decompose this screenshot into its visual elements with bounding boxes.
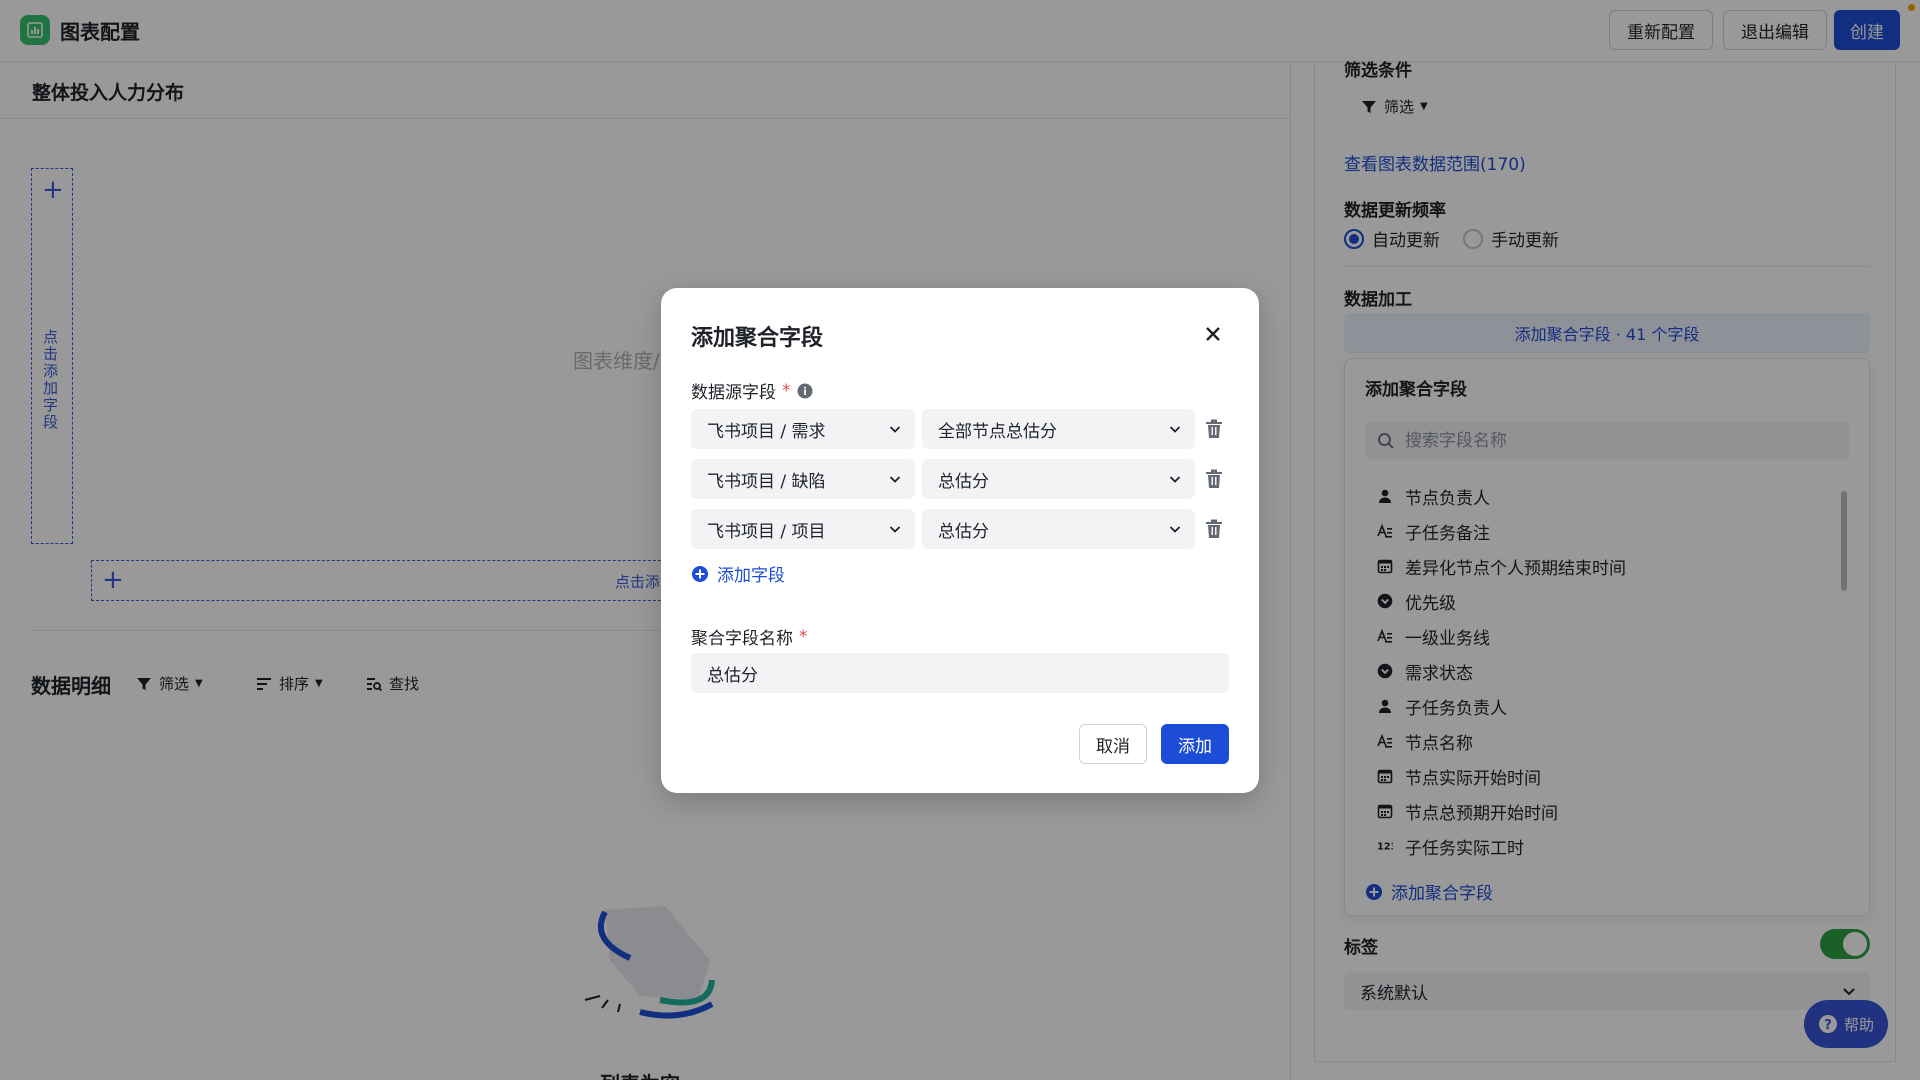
add-aggregate-field-dialog: 添加聚合字段 数据源字段 * 飞书项目 / 需求 全部节点总估分飞书项目 / 缺陷… — [661, 288, 1259, 793]
chevron-down-icon — [1169, 476, 1181, 483]
source-table-select[interactable]: 飞书项目 / 需求 — [691, 409, 915, 449]
source-table-select[interactable]: 飞书项目 / 缺陷 — [691, 459, 915, 499]
add-button[interactable]: 添加 — [1161, 724, 1229, 764]
chevron-down-icon — [1169, 526, 1181, 533]
close-icon[interactable] — [1201, 322, 1225, 346]
trash-icon[interactable] — [1205, 419, 1223, 439]
required-mark: * — [799, 626, 808, 647]
chevron-down-icon — [889, 476, 901, 483]
dialog-title: 添加聚合字段 — [691, 326, 824, 351]
aggregate-name-input[interactable] — [691, 653, 1229, 693]
add-source-field-link[interactable]: 添加字段 — [691, 561, 785, 586]
select-value: 总估分 — [938, 521, 989, 542]
select-value: 飞书项目 / 缺陷 — [707, 471, 826, 492]
required-mark: * — [782, 380, 791, 401]
trash-icon[interactable] — [1205, 469, 1223, 489]
select-value: 飞书项目 / 项目 — [707, 521, 826, 542]
select-value: 总估分 — [938, 471, 989, 492]
source-field-select[interactable]: 总估分 — [922, 509, 1195, 549]
trash-icon[interactable] — [1205, 519, 1223, 539]
chevron-down-icon — [889, 526, 901, 533]
plus-circle-icon — [692, 565, 708, 582]
cancel-button[interactable]: 取消 — [1079, 724, 1147, 764]
source-field-select[interactable]: 总估分 — [922, 459, 1195, 499]
select-value: 飞书项目 / 需求 — [707, 421, 826, 442]
chevron-down-icon — [1169, 426, 1181, 433]
source-table-select[interactable]: 飞书项目 / 项目 — [691, 509, 915, 549]
source-field-label: 数据源字段 * — [691, 378, 813, 403]
chevron-down-icon — [889, 426, 901, 433]
source-field-select[interactable]: 全部节点总估分 — [922, 409, 1195, 449]
select-value: 全部节点总估分 — [938, 421, 1057, 442]
aggregate-name-label: 聚合字段名称 * — [691, 626, 808, 650]
info-icon[interactable] — [797, 383, 813, 399]
